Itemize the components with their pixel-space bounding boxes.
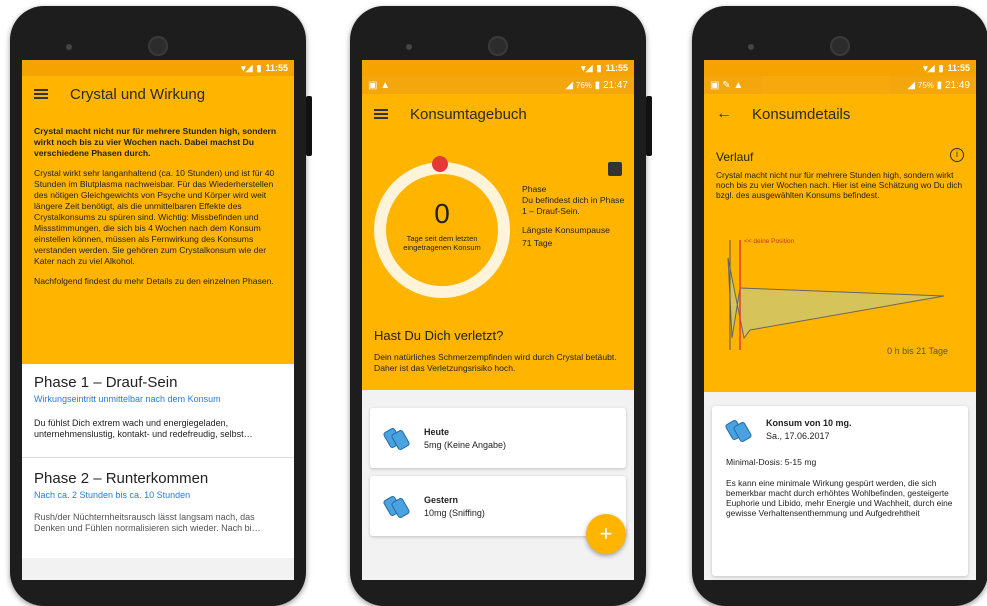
status-bar-secondary: ▣ ✎ ▲ ◢ 75% ▮ 21:49 xyxy=(704,76,976,94)
phone-3: ▾◢ ▮ 11:55 ▣ ✎ ▲ ◢ 75% ▮ 21:49 ← Konsumd… xyxy=(692,6,987,606)
intro-paragraph-2: Crystal wirkt sehr langanhaltend (ca. 10… xyxy=(34,168,275,266)
app-bar: Konsumtagebuch xyxy=(362,94,634,134)
pill-icon xyxy=(724,418,753,443)
side-button xyxy=(306,96,312,156)
page-title: Konsumtagebuch xyxy=(410,105,527,123)
phone-2: ▾◢ ▮ 11:55 ▣ ▲ ◢ 76% ▮ 21:47 Konsumtageb… xyxy=(350,6,652,606)
days-label: Tage seit dem letzten eingetragenen Kons… xyxy=(403,234,481,252)
speaker xyxy=(66,44,72,50)
dose-text: Es kann eine minimale Wirkung gespürt we… xyxy=(726,478,953,518)
phase-subtitle: Wirkungseintritt unmittelbar nach dem Ko… xyxy=(34,394,221,404)
screen: ▾◢ ▮ 11:55 ▣ ▲ ◢ 76% ▮ 21:47 Konsumtageb… xyxy=(362,60,634,580)
status-time: 21:49 xyxy=(944,79,970,91)
status-bar: ▾◢ ▮ 11:55 xyxy=(22,60,294,76)
wifi-icon: ▾◢ xyxy=(581,62,593,73)
status-time: 11:55 xyxy=(947,63,970,73)
notification-icon: ▣ ✎ ▲ xyxy=(710,79,744,91)
days-counter: 0 xyxy=(434,198,450,229)
page-title: Konsumdetails xyxy=(752,105,851,123)
position-label: << deine Position xyxy=(744,238,795,245)
app-bar: Crystal und Wirkung xyxy=(22,76,294,112)
entry-detail-card: Konsum von 10 mg. Sa., 17.06.2017 Minima… xyxy=(712,406,968,576)
screen: ▾◢ ▮ 11:55 Crystal und Wirkung Crystal m… xyxy=(22,60,294,580)
range-label: 0 h bis 21 Tage xyxy=(887,346,948,356)
entries-list: Heute 5mg (Keine Angabe) Gestern 10mg (S… xyxy=(362,390,634,536)
battery-percent: 75% xyxy=(917,80,934,90)
menu-icon[interactable] xyxy=(374,109,388,119)
battery-icon: ▮ xyxy=(936,79,943,91)
side-button xyxy=(646,96,652,156)
pill-icon xyxy=(382,426,411,452)
status-bar: ▾◢ ▮ 11:55 xyxy=(362,60,634,76)
phase-card-1[interactable]: Phase 1 – Drauf-Sein Wirkungseintritt un… xyxy=(22,364,294,458)
status-bar-secondary: ▣ ▲ ◢ 76% ▮ 21:47 xyxy=(362,76,634,94)
phase-text: Rush/der Nüchternheitsrausch lässt langs… xyxy=(34,512,261,533)
phase-title: Phase 2 – Runterkommen xyxy=(34,470,209,487)
ring-marker xyxy=(432,156,448,172)
signal-icon: ◢ xyxy=(565,79,576,91)
pause-label: Längste Konsumpause xyxy=(522,225,610,235)
battery-icon: ▮ xyxy=(938,62,944,73)
app-bar: ← Konsumdetails xyxy=(704,94,976,134)
pill-icon xyxy=(382,494,411,520)
speaker xyxy=(406,44,412,50)
status-time: 11:55 xyxy=(265,63,288,73)
phase-info: Phase Du befindest dich in Phase 1 – Dra… xyxy=(522,184,626,249)
info-icon[interactable]: i xyxy=(950,148,964,162)
wifi-icon: ▾◢ xyxy=(241,62,253,73)
page-title: Crystal und Wirkung xyxy=(70,85,206,103)
summary-section: 0 Tage seit dem letzten eingetragenen Ko… xyxy=(362,134,634,390)
battery-icon: ▮ xyxy=(256,62,262,73)
intro-paragraph-3: Nachfolgend findest du mehr Details zu d… xyxy=(34,276,274,286)
camera xyxy=(488,36,508,56)
battery-icon: ▮ xyxy=(596,62,602,73)
intro-section: Crystal macht nicht nur für mehrere Stun… xyxy=(22,112,294,364)
battery-icon: ▮ xyxy=(594,79,601,91)
status-time: 21:47 xyxy=(602,79,628,91)
phone-1: ▾◢ ▮ 11:55 Crystal und Wirkung Crystal m… xyxy=(10,6,312,606)
speaker xyxy=(748,44,754,50)
back-arrow-icon[interactable]: ← xyxy=(716,105,732,123)
dose-label: Minimal-Dosis: 5-15 mg xyxy=(726,457,817,467)
status-time: 11:55 xyxy=(605,63,628,73)
notification-icon: ▣ ▲ xyxy=(368,79,391,91)
phase-label: Phase xyxy=(522,184,547,194)
verlauf-section: Verlauf i Crystal macht nicht nur für me… xyxy=(704,134,976,392)
intro-paragraph-1: Crystal macht nicht nur für mehrere Stun… xyxy=(34,126,277,158)
signal-icon: ◢ xyxy=(907,79,918,91)
entry-day: Heute xyxy=(424,426,450,437)
phase-card-2[interactable]: Phase 2 – Runterkommen Nach ca. 2 Stunde… xyxy=(22,458,294,558)
entry-title: Konsum von 10 mg. xyxy=(766,418,852,428)
menu-icon[interactable] xyxy=(34,89,48,99)
status-bar: ▾◢ ▮ 11:55 xyxy=(704,60,976,76)
verlauf-text: Crystal macht nicht nur für mehrere Stun… xyxy=(716,170,963,200)
entry-detail: 5mg (Keine Angabe) xyxy=(424,439,507,450)
camera xyxy=(148,36,168,56)
wifi-icon: ▾◢ xyxy=(923,62,935,73)
screen: ▾◢ ▮ 11:55 ▣ ✎ ▲ ◢ 75% ▮ 21:49 ← Konsumd… xyxy=(704,60,976,580)
days-ring: 0 Tage seit dem letzten eingetragenen Ko… xyxy=(374,156,510,298)
entry-detail: 10mg (Sniffing) xyxy=(424,507,485,518)
phase-subtitle: Nach ca. 2 Stunden bis ca. 10 Stunden xyxy=(34,490,191,500)
pause-value: 71 Tage xyxy=(522,238,553,248)
list-item[interactable]: Heute 5mg (Keine Angabe) xyxy=(370,408,626,468)
phase-text: Du fühlst Dich extrem wach und energiege… xyxy=(34,418,253,439)
verlauf-title: Verlauf xyxy=(716,150,754,164)
entry-day: Gestern xyxy=(424,494,459,505)
camera xyxy=(830,36,850,56)
add-entry-button[interactable]: + xyxy=(586,514,626,554)
entry-date: Sa., 17.06.2017 xyxy=(766,431,830,441)
battery-percent: 76% xyxy=(575,80,592,90)
chart-icon[interactable] xyxy=(608,162,622,176)
phase-text: Du befindest dich in Phase 1 – Drauf-Sei… xyxy=(522,195,625,216)
injury-text: Dein natürliches Schmerzempfinden wird d… xyxy=(374,352,617,373)
injury-title: Hast Du Dich verletzt? xyxy=(374,328,504,343)
phase-title: Phase 1 – Drauf-Sein xyxy=(34,374,178,391)
